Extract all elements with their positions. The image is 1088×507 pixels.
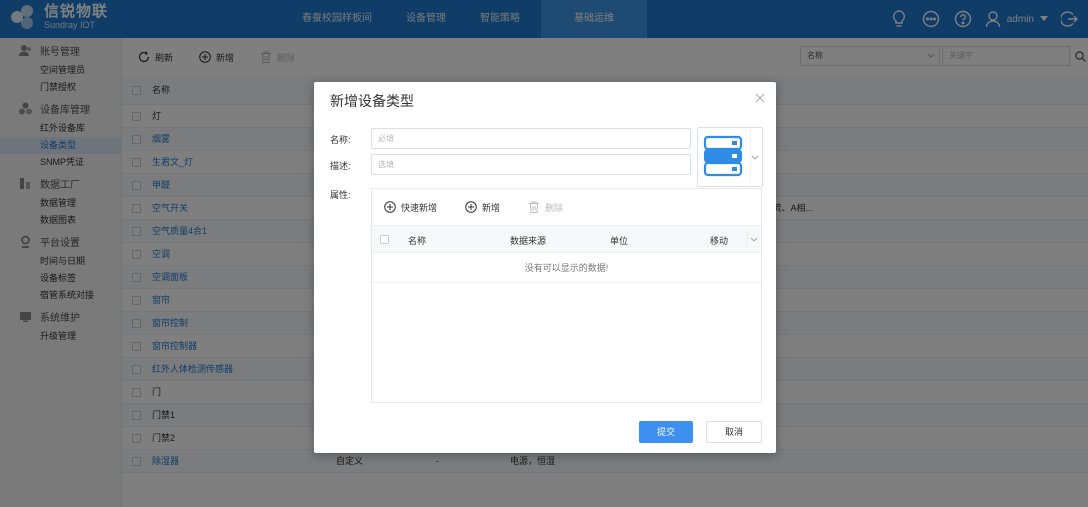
icon-picker[interactable] bbox=[697, 127, 763, 188]
plus-circle-icon bbox=[384, 201, 396, 213]
attr-col-source[interactable]: 数据来源 bbox=[510, 234, 546, 247]
attr-col-unit[interactable]: 单位 bbox=[610, 234, 628, 247]
attr-add-button[interactable]: 新增 bbox=[465, 201, 500, 214]
attr-add-label: 新增 bbox=[482, 202, 501, 213]
dialog-title: 新增设备类型 bbox=[330, 93, 414, 109]
add-device-type-dialog: 新增设备类型 名称: 必填 描述: 选填 属性: 快速新增 新增 删除 名称 数… bbox=[314, 82, 776, 453]
attr-col-move[interactable]: 移动 bbox=[710, 234, 728, 247]
cancel-button[interactable]: 取消 bbox=[706, 421, 762, 443]
desc-label: 描述: bbox=[330, 161, 351, 171]
trash-icon bbox=[529, 201, 540, 213]
server-icon bbox=[703, 135, 743, 177]
attr-col-name[interactable]: 名称 bbox=[408, 234, 426, 247]
close-icon[interactable] bbox=[753, 91, 767, 105]
chevron-down-icon bbox=[750, 128, 759, 188]
name-input[interactable]: 必填 bbox=[371, 128, 691, 149]
empty-message: 没有可以显示的数据! bbox=[372, 253, 761, 283]
attribute-toolbar: 快速新增 新增 删除 bbox=[372, 189, 761, 225]
attr-label: 属性: bbox=[330, 190, 351, 200]
quick-add-button[interactable]: 快速新增 bbox=[384, 201, 437, 214]
attr-select-all-checkbox[interactable] bbox=[380, 235, 389, 244]
plus-circle-icon bbox=[465, 201, 477, 213]
attribute-table-header: 名称 数据来源 单位 移动 bbox=[372, 225, 761, 253]
attribute-panel: 快速新增 新增 删除 名称 数据来源 单位 移动 没有可以显示的数据! bbox=[371, 188, 762, 403]
submit-button[interactable]: 提交 bbox=[639, 421, 693, 443]
desc-input[interactable]: 选填 bbox=[371, 154, 691, 175]
name-label: 名称: bbox=[330, 135, 351, 145]
chevron-down-icon[interactable] bbox=[746, 226, 762, 254]
quick-add-label: 快速新增 bbox=[401, 202, 438, 213]
attr-delete-button[interactable]: 删除 bbox=[528, 201, 563, 214]
attr-delete-label: 删除 bbox=[545, 202, 564, 213]
